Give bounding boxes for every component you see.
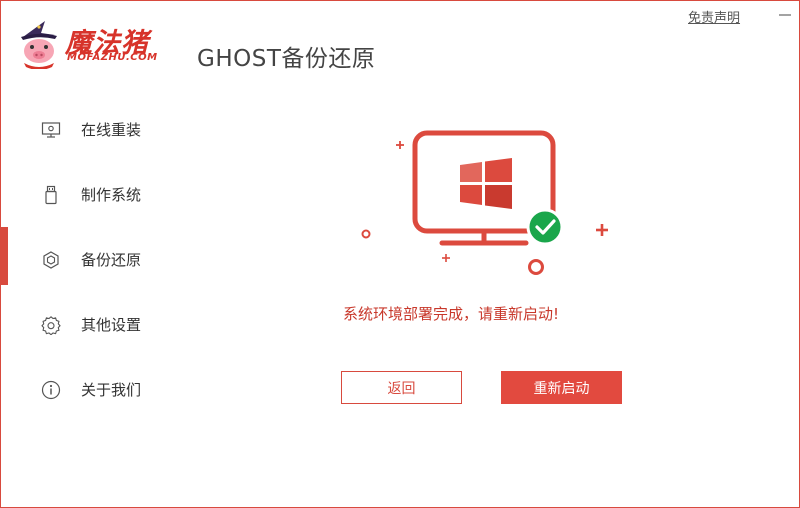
- sidebar-item-label: 制作系统: [81, 186, 142, 204]
- windows-logo-icon: [460, 158, 512, 209]
- sidebar-item-label: 备份还原: [81, 251, 142, 269]
- gear-icon: [40, 314, 62, 336]
- plus-decoration-icon: [442, 254, 450, 262]
- sidebar-item-backup-restore[interactable]: 备份还原: [1, 227, 181, 292]
- logo-text-en: MOFAZHU.COM: [67, 52, 158, 63]
- sidebar-item-label: 在线重装: [81, 121, 142, 139]
- sidebar-item-settings[interactable]: 其他设置: [1, 292, 181, 357]
- check-circle-icon: [526, 208, 564, 246]
- back-button[interactable]: 返回: [341, 371, 462, 404]
- monitor-gear-icon: [40, 119, 62, 141]
- minimize-icon: [779, 14, 791, 16]
- ring-decoration-icon: [361, 229, 371, 239]
- app-logo: 魔法猪 MOFAZHU.COM: [15, 19, 180, 71]
- app-window: 魔法猪 MOFAZHU.COM GHOST备份还原 免责声明 在线重装 制作系统…: [0, 0, 800, 508]
- sidebar-item-label: 关于我们: [81, 381, 142, 399]
- plus-decoration-icon: [396, 141, 404, 149]
- plus-decoration-icon: [596, 224, 608, 236]
- app-title: GHOST备份还原: [197, 46, 376, 72]
- sidebar-item-online-reinstall[interactable]: 在线重装: [1, 97, 181, 162]
- restart-button[interactable]: 重新启动: [501, 371, 622, 404]
- cube-backup-icon: [40, 249, 62, 271]
- sidebar-item-about[interactable]: 关于我们: [1, 357, 181, 422]
- sidebar: 在线重装 制作系统 备份还原 其他设置 关于我们: [1, 97, 181, 422]
- disclaimer-link[interactable]: 免责声明: [688, 7, 740, 26]
- completion-illustration: [361, 130, 608, 275]
- sidebar-item-make-system[interactable]: 制作系统: [1, 162, 181, 227]
- status-message: 系统环境部署完成，请重新启动!: [342, 305, 559, 323]
- usb-drive-icon: [40, 184, 62, 206]
- minimize-button[interactable]: [777, 7, 793, 23]
- info-icon: [40, 379, 62, 401]
- sidebar-item-label: 其他设置: [81, 316, 142, 334]
- ring-decoration-icon: [528, 259, 544, 275]
- pig-mascot-icon: [21, 21, 57, 69]
